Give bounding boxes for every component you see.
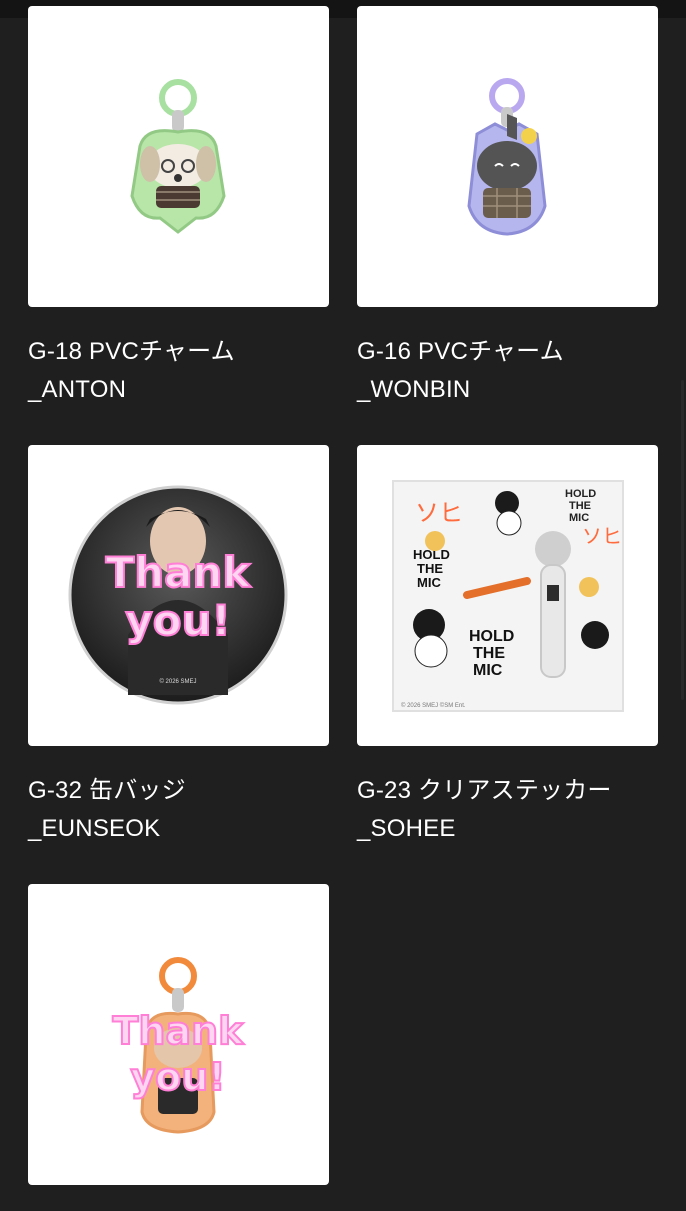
sticker-kana: ソヒ xyxy=(415,500,463,527)
product-card[interactable]: G-16 PVCチャーム _WONBIN xyxy=(357,6,658,409)
charm-thank-text: Thank xyxy=(113,1009,245,1053)
product-image[interactable]: Thank you! © 2026 SMEJ xyxy=(28,445,329,746)
charm-you-text: you! xyxy=(130,1055,225,1099)
product-title[interactable]: G-32 缶バッジ _EUNSEOK xyxy=(28,772,329,848)
sticker-mic-text: MIC xyxy=(473,662,503,679)
product-card[interactable]: Thank you! © 2026 SMEJ G-32 缶バッジ _EUNSEO… xyxy=(28,445,329,848)
product-member: _WONBIN xyxy=(357,376,471,403)
sticker-hold-text: HOLD xyxy=(565,488,596,500)
scrollbar[interactable] xyxy=(681,380,684,700)
sticker-copyright: © 2026 SMEJ ©SM Ent. xyxy=(401,702,466,709)
product-member: _EUNSEOK xyxy=(28,815,161,842)
clear-sticker-sheet-icon: ソヒ ソヒ HOLD THE MIC HOLD THE MIC HOLD THE… xyxy=(392,480,624,712)
badge-copyright: © 2026 SMEJ xyxy=(159,678,196,685)
product-member: _SOHEE xyxy=(357,815,456,842)
sticker-the-text: THE xyxy=(417,561,443,576)
purple-cat-charm-icon xyxy=(467,78,547,236)
sticker-the-text: THE xyxy=(473,645,505,662)
product-title[interactable]: G-23 クリアステッカー _SOHEE xyxy=(357,772,658,848)
product-card[interactable]: Thank you! xyxy=(28,884,329,1211)
product-image[interactable]: Thank you! xyxy=(28,884,329,1185)
product-card[interactable]: ソヒ ソヒ HOLD THE MIC HOLD THE MIC HOLD THE… xyxy=(357,445,658,848)
can-badge-icon: Thank you! © 2026 SMEJ xyxy=(68,485,288,705)
sticker-the-text: THE xyxy=(569,500,591,512)
sticker-mic-text: MIC xyxy=(417,575,441,590)
orange-charm-icon: Thank you! xyxy=(112,957,245,1134)
badge-you-text: you! xyxy=(125,596,230,645)
sticker-hold-text: HOLD xyxy=(469,628,514,645)
product-image[interactable]: ソヒ ソヒ HOLD THE MIC HOLD THE MIC HOLD THE… xyxy=(357,445,658,746)
product-code-name: G-23 クリアステッカー xyxy=(357,777,612,804)
product-code-name: G-32 缶バッジ xyxy=(28,777,186,804)
sticker-mic-text: MIC xyxy=(569,512,589,524)
sticker-kana-2: ソヒ xyxy=(582,526,622,548)
product-image[interactable] xyxy=(28,6,329,307)
product-code-name: G-16 PVCチャーム xyxy=(357,338,564,365)
badge-thank-text: Thank xyxy=(106,548,252,597)
product-member: _ANTON xyxy=(28,376,127,403)
product-code-name: G-18 PVCチャーム xyxy=(28,338,235,365)
product-title[interactable]: G-18 PVCチャーム _ANTON xyxy=(28,333,329,409)
green-dog-charm-icon xyxy=(130,79,226,234)
product-card[interactable]: G-18 PVCチャーム _ANTON xyxy=(28,6,329,409)
product-title[interactable]: G-16 PVCチャーム _WONBIN xyxy=(357,333,658,409)
product-image[interactable] xyxy=(357,6,658,307)
